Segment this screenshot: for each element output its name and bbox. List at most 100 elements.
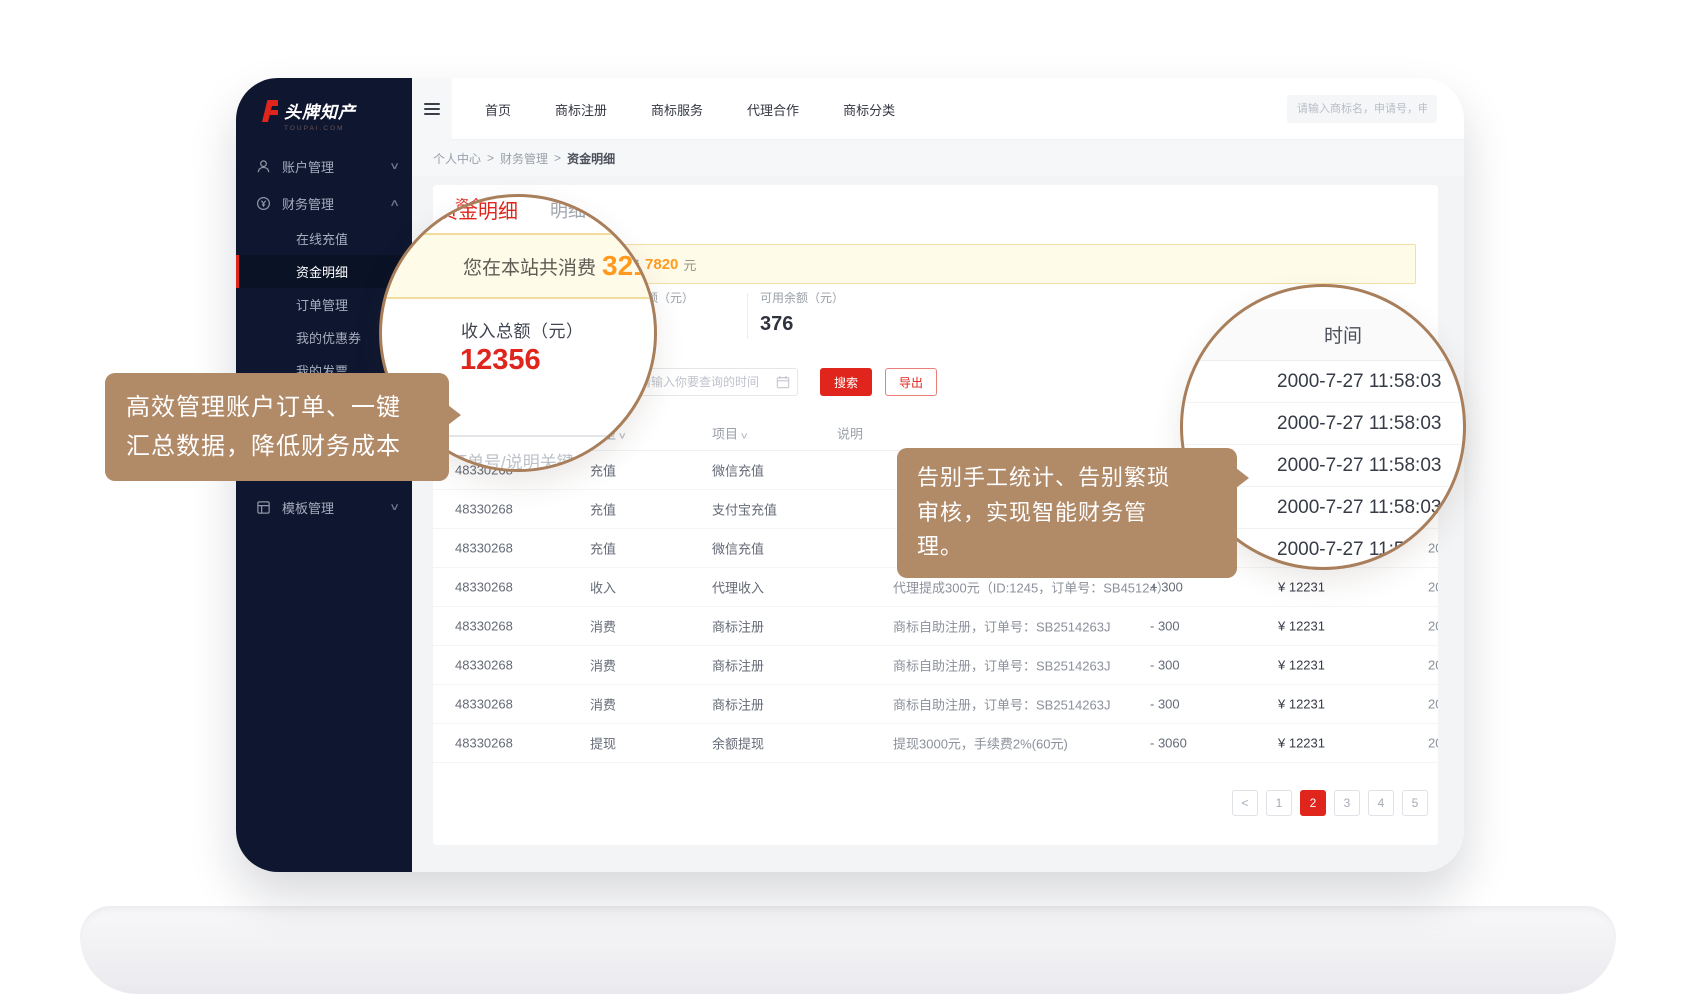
nav-item-0[interactable]: 首页	[485, 100, 511, 119]
table-cell-2: 微信充值	[712, 461, 764, 480]
table-cell-4: - 3060	[1150, 736, 1187, 751]
table-cell-2: 代理收入	[712, 578, 764, 597]
table-cell-1: 收入	[590, 578, 616, 597]
chevron-up-icon: ∧	[389, 198, 400, 209]
pagination-page-3[interactable]: 3	[1334, 790, 1360, 816]
trademark-search-input[interactable]	[1287, 95, 1437, 123]
sidebar-item-label: 我的优惠券	[296, 328, 361, 347]
user-icon	[256, 159, 271, 174]
table-cell-5: ¥ 12231	[1278, 736, 1325, 751]
table-cell-1: 充值	[590, 539, 616, 558]
magnified-time-value: 2000-7-27 11:58:03	[1277, 497, 1441, 519]
table-row: 48330268提现余额提现提现3000元，手续费2%(60元)- 3060¥ …	[433, 724, 1438, 763]
pagination-page-5[interactable]: 5	[1402, 790, 1428, 816]
table-cell-1: 消费	[590, 656, 616, 675]
table-cell-5: ¥ 12231	[1278, 697, 1325, 712]
magnified-tab-fragment: 资金明细	[438, 195, 518, 224]
table-cell-4: - 300	[1150, 697, 1180, 712]
pagination-page-4[interactable]: 4	[1368, 790, 1394, 816]
sidebar-item-7[interactable]: 模板管理 ∨	[236, 489, 412, 526]
breadcrumb-item-2[interactable]: 资金明细	[567, 150, 615, 167]
magnified-keyword-input: 订单号/说明关键	[430, 435, 657, 472]
breadcrumb-item-0[interactable]: 个人中心	[433, 150, 481, 167]
sidebar-item-1[interactable]: 财务管理 ∧	[236, 185, 412, 222]
table-cell-3: 商标自助注册，订单号：SB2514263J	[893, 695, 1110, 714]
top-navbar: 首页 商标注册 商标服务 代理合作 商标分类	[412, 78, 1464, 140]
magnified-time-value: 2000-7-27 11:58:03	[1277, 455, 1441, 477]
sort-caret-icon: ∨	[740, 430, 749, 441]
table-row: 48330268消费商标注册商标自助注册，订单号：SB2514263J- 300…	[433, 646, 1438, 685]
table-cell-1: 充值	[590, 500, 616, 519]
logo-text: 头牌知产 TOUPAI.COM	[284, 98, 356, 132]
magnified-time-value: 2000-7-27 11:58:03	[1277, 413, 1441, 435]
template-icon	[256, 500, 271, 515]
table-cell-6: 2000-7-27 11:58:03	[1428, 658, 1438, 673]
pagination-page-1[interactable]: 1	[1266, 790, 1292, 816]
table-header-3: 说明	[837, 423, 863, 442]
stat-label: 可用余额（元）	[760, 289, 844, 306]
stat-value: 376	[760, 313, 844, 336]
pagination-prev-button[interactable]: <	[1232, 790, 1258, 816]
table-row: 48330268消费商标注册商标自助注册，订单号：SB2514263J- 300…	[433, 607, 1438, 646]
table-cell-2: 支付宝充值	[712, 500, 777, 519]
table-cell-3: 商标自助注册，订单号：SB2514263J	[893, 617, 1110, 636]
table-row: 48330268消费商标注册商标自助注册，订单号：SB2514263J- 300…	[433, 685, 1438, 724]
magnified-banner-prefix: 您在本站共消费	[463, 253, 596, 280]
menu-icon[interactable]	[412, 78, 452, 140]
table-cell-6: 2000-7-27 11:58:03	[1428, 736, 1438, 751]
table-cell-0: 48330268	[455, 502, 513, 517]
table-header-2[interactable]: 项目 ∨	[712, 423, 748, 442]
table-cell-3: 代理提成300元（ID:1245，订单号：SB45124）	[893, 578, 1170, 597]
table-cell-0: 48330268	[455, 697, 513, 712]
table-cell-2: 余额提现	[712, 734, 764, 753]
chevron-down-icon: ∨	[389, 502, 400, 513]
table-cell-0: 48330268	[455, 736, 513, 751]
callout-right: 告别手工统计、告别繁琐 审核，实现智能财务管 理。	[897, 448, 1237, 578]
time-input[interactable]	[628, 368, 798, 396]
nav-item-3[interactable]: 代理合作	[747, 100, 799, 119]
nav-item-1[interactable]: 商标注册	[555, 100, 607, 119]
magnified-tab-fragment-2: 明细	[550, 197, 586, 223]
stat-divider	[747, 293, 748, 339]
magnified-banner-amount: 32124	[602, 250, 657, 282]
stat-2: 可用余额（元） 376	[760, 289, 844, 336]
magnified-keyword-placeholder: 订单号/说明关键	[450, 448, 574, 472]
table-cell-1: 消费	[590, 617, 616, 636]
sidebar-item-label: 账户管理	[282, 157, 334, 176]
table-cell-0: 48330268	[455, 541, 513, 556]
magnified-time-header: 时间	[1183, 309, 1463, 361]
table-cell-4: + 300	[1150, 580, 1183, 595]
search-button[interactable]: 搜索	[820, 368, 872, 396]
magnified-time-row: 2000-7-27 11:58:03	[1183, 403, 1463, 445]
magnified-time-row: 2000-7-27 11:58:03	[1183, 361, 1463, 403]
pagination-page-2[interactable]: 2	[1300, 790, 1326, 816]
sidebar-item-label: 财务管理	[282, 194, 334, 213]
breadcrumb-item-1[interactable]: 财务管理	[500, 150, 548, 167]
page: 头牌知产 TOUPAI.COM 账户管理∨财务管理∧在线充值资金明细订单管理我的…	[0, 0, 1696, 1002]
chevron-down-icon: ∨	[389, 161, 400, 172]
magnified-banner: 您在本站共消费 32124 元	[379, 233, 657, 299]
table-cell-5: ¥ 12231	[1278, 619, 1325, 634]
logo: 头牌知产 TOUPAI.COM	[254, 98, 356, 132]
table-cell-5: ¥ 12231	[1278, 580, 1325, 595]
table-cell-1: 消费	[590, 695, 616, 714]
nav-item-4[interactable]: 商标分类	[843, 100, 895, 119]
nav-item-2[interactable]: 商标服务	[651, 100, 703, 119]
finance-icon	[256, 196, 271, 211]
logo-subtitle: TOUPAI.COM	[284, 125, 356, 132]
breadcrumb-separator: >	[487, 151, 494, 165]
sidebar-item-label: 在线充值	[296, 229, 348, 248]
magnified-time-value: 2000-7-27 11:58:03	[1277, 371, 1441, 393]
table-cell-2: 商标注册	[712, 617, 764, 636]
magnified-time-value: 2000-7-27 11:58:03	[1277, 539, 1441, 561]
table-cell-6: 2000-7-27 11:58:03	[1428, 619, 1438, 634]
export-button[interactable]: 导出	[885, 368, 937, 396]
logo-mark-icon	[254, 98, 278, 129]
sidebar-item-label: 模板管理	[282, 498, 334, 517]
magnified-income-value: 12356	[460, 344, 541, 377]
nav-items: 首页 商标注册 商标服务 代理合作 商标分类	[485, 78, 895, 140]
table-cell-2: 商标注册	[712, 656, 764, 675]
sidebar-item-0[interactable]: 账户管理 ∨	[236, 148, 412, 185]
table-cell-0: 48330268	[455, 619, 513, 634]
magnified-income-label: 收入总额（元）	[461, 317, 584, 342]
